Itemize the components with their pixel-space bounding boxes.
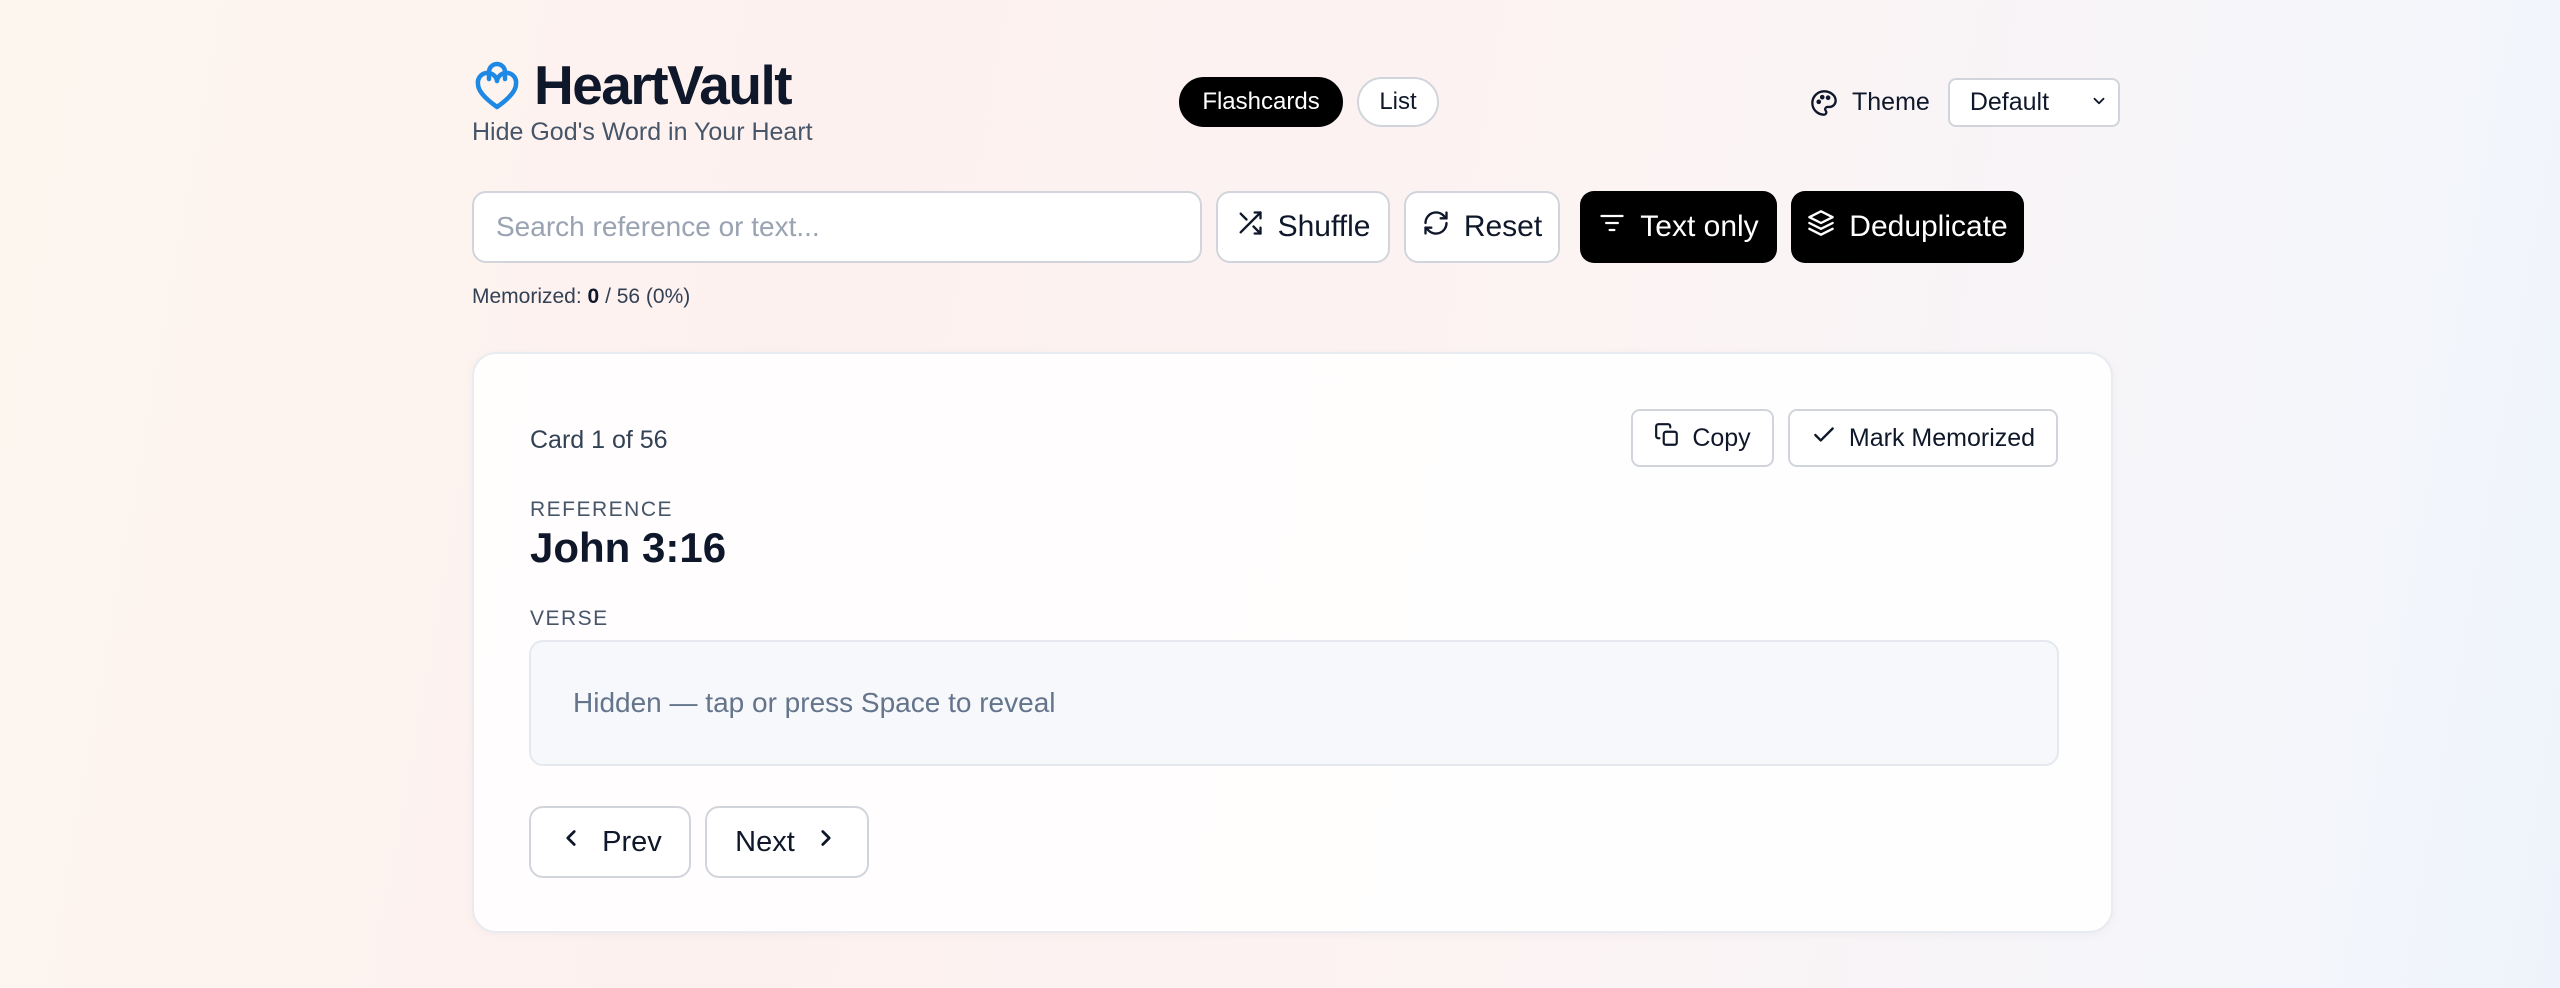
- text-only-label: Text only: [1640, 210, 1759, 243]
- text-only-button[interactable]: Text only: [1580, 191, 1777, 263]
- chevron-down-icon: [2090, 88, 2108, 117]
- next-button[interactable]: Next: [705, 806, 869, 878]
- verse-label: VERSE: [530, 607, 609, 630]
- deduplicate-button[interactable]: Deduplicate: [1791, 191, 2024, 263]
- prev-label: Prev: [602, 825, 662, 858]
- layers-icon: [1807, 209, 1835, 245]
- reference-label: REFERENCE: [530, 498, 674, 521]
- card-counter: Card 1 of 56: [530, 426, 668, 454]
- refresh-icon: [1422, 209, 1450, 245]
- verse-hidden-text: Hidden — tap or press Space to reveal: [573, 687, 1056, 718]
- progress-memorized-count: 0: [587, 285, 600, 308]
- tab-list[interactable]: List: [1357, 77, 1439, 127]
- chevron-left-icon: [558, 825, 584, 859]
- palette-icon: [1808, 87, 1840, 119]
- shuffle-button[interactable]: Shuffle: [1216, 191, 1390, 263]
- reset-label: Reset: [1463, 210, 1543, 243]
- shuffle-icon: [1236, 209, 1264, 245]
- verse-reveal-area[interactable]: Hidden — tap or press Space to reveal: [529, 640, 2059, 766]
- mark-memorized-button[interactable]: Mark Memorized: [1788, 409, 2058, 467]
- shuffle-label: Shuffle: [1277, 210, 1371, 243]
- theme-selected-value: Default: [1969, 88, 2050, 116]
- deduplicate-label: Deduplicate: [1849, 210, 2008, 243]
- theme-control: Theme Default: [1808, 78, 2120, 127]
- theme-select[interactable]: Default: [1947, 78, 2120, 127]
- heart-lock-icon: [472, 57, 522, 113]
- progress-total: / 56 (0%): [599, 285, 691, 308]
- progress-label: Memorized:: [472, 285, 582, 308]
- filter-icon: [1598, 209, 1626, 245]
- view-toggle: Flashcards List: [1179, 77, 1439, 127]
- theme-label: Theme: [1852, 88, 1930, 116]
- verse-reference: John 3:16: [530, 524, 727, 571]
- tab-flashcards[interactable]: Flashcards: [1179, 77, 1343, 127]
- reset-button[interactable]: Reset: [1404, 191, 1560, 263]
- check-icon: [1811, 422, 1837, 455]
- search-input[interactable]: [496, 211, 1178, 243]
- memorized-progress: Memorized: 0 / 56 (0%): [472, 285, 690, 309]
- chevron-right-icon: [813, 825, 839, 859]
- brand: HeartVault: [472, 54, 793, 116]
- copy-button[interactable]: Copy: [1631, 409, 1774, 467]
- next-label: Next: [735, 825, 795, 858]
- flashcard: Card 1 of 56 Copy Mark Memorized REFEREN…: [472, 352, 2113, 933]
- prev-button[interactable]: Prev: [529, 806, 691, 878]
- copy-label: Copy: [1692, 423, 1751, 452]
- copy-icon: [1654, 422, 1680, 455]
- app-tagline: Hide God's Word in Your Heart: [472, 118, 813, 146]
- search-field[interactable]: [472, 191, 1202, 263]
- mark-memorized-label: Mark Memorized: [1848, 423, 2036, 452]
- app-title: HeartVault: [534, 54, 793, 116]
